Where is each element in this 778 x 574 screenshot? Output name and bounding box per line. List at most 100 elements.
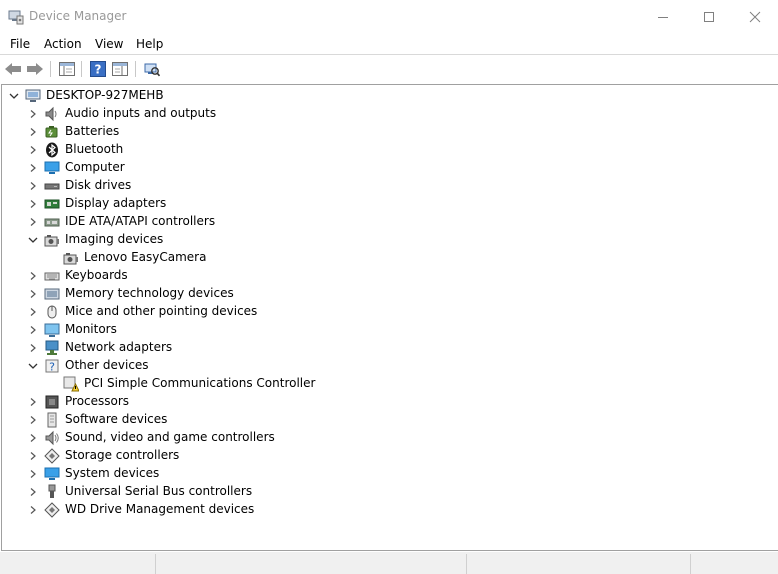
tree-device[interactable]: Lenovo EasyCamera — [2, 249, 762, 267]
expand-chevron-icon[interactable] — [27, 285, 39, 303]
expand-chevron-icon[interactable] — [27, 213, 39, 231]
menu-file[interactable]: File — [10, 37, 30, 51]
back-arrow-icon — [5, 63, 21, 75]
status-bar — [0, 552, 778, 574]
tree-category[interactable]: Universal Serial Bus controllers — [2, 483, 762, 501]
tree-root-computer[interactable]: DESKTOP-927MEHB — [2, 87, 762, 105]
tree-category[interactable]: Keyboards — [2, 267, 762, 285]
battery-icon — [44, 124, 60, 140]
tree-category[interactable]: Processors — [2, 393, 762, 411]
forward-arrow-icon — [27, 63, 43, 75]
expand-chevron-icon[interactable] — [27, 429, 39, 447]
toolbar-separator — [81, 61, 82, 77]
collapse-chevron-icon[interactable] — [27, 357, 39, 375]
mouse-icon — [44, 304, 60, 320]
close-icon — [749, 11, 761, 23]
title-bar[interactable]: Device Manager — [0, 0, 778, 34]
expand-chevron-icon[interactable] — [27, 105, 39, 123]
expand-chevron-icon[interactable] — [27, 339, 39, 357]
expand-chevron-icon[interactable] — [27, 393, 39, 411]
expand-chevron-icon[interactable] — [27, 447, 39, 465]
root-computer-icon — [25, 88, 41, 104]
minimize-button[interactable] — [640, 0, 686, 34]
network-adapter-icon — [44, 340, 60, 356]
computer-icon — [44, 160, 60, 176]
tree-item-label: Computer — [65, 160, 125, 174]
tree-category[interactable]: Disk drives — [2, 177, 762, 195]
tree-item-label: WD Drive Management devices — [65, 502, 255, 516]
tree-category[interactable]: Mice and other pointing devices — [2, 303, 762, 321]
minimize-icon — [658, 17, 668, 18]
ide-controller-icon — [44, 214, 60, 230]
tree-category[interactable]: Audio inputs and outputs — [2, 105, 762, 123]
tree-category[interactable]: System devices — [2, 465, 762, 483]
maximize-button[interactable] — [686, 0, 732, 34]
display-adapter-icon — [44, 196, 60, 212]
properties-view-button[interactable] — [111, 60, 129, 78]
expand-chevron-icon[interactable] — [27, 483, 39, 501]
tree-category[interactable]: Memory technology devices — [2, 285, 762, 303]
tree-item-label: Lenovo EasyCamera — [84, 250, 207, 264]
tree-item-label: Mice and other pointing devices — [65, 304, 258, 318]
tree-category[interactable]: Display adapters — [2, 195, 762, 213]
bluetooth-icon — [44, 142, 60, 158]
expand-chevron-icon[interactable] — [27, 303, 39, 321]
tree-category[interactable]: Software devices — [2, 411, 762, 429]
tree-item-label: PCI Simple Communications Controller — [84, 376, 316, 390]
tree-item-label: System devices — [65, 466, 160, 480]
menu-action[interactable]: Action — [44, 37, 82, 51]
help-icon: ? — [90, 61, 106, 77]
tree-item-label: Software devices — [65, 412, 168, 426]
expand-chevron-icon[interactable] — [27, 321, 39, 339]
expand-chevron-icon[interactable] — [27, 501, 39, 519]
menu-help[interactable]: Help — [136, 37, 163, 51]
tree-category[interactable]: WD Drive Management devices — [2, 501, 762, 519]
speaker-icon — [44, 106, 60, 122]
collapse-chevron-icon[interactable] — [8, 87, 20, 105]
toolbar-separator — [50, 61, 51, 77]
tree-category[interactable]: Computer — [2, 159, 762, 177]
tree-category[interactable]: ? Other devices — [2, 357, 762, 375]
show-hide-console-tree-button[interactable] — [58, 60, 76, 78]
system-device-icon — [44, 466, 60, 482]
memory-device-icon — [44, 286, 60, 302]
back-button[interactable] — [4, 60, 22, 78]
tree-item-label: Imaging devices — [65, 232, 164, 246]
tree-category[interactable]: Network adapters — [2, 339, 762, 357]
expand-chevron-icon[interactable] — [27, 177, 39, 195]
close-button[interactable] — [732, 0, 778, 34]
tree-device[interactable]: PCI Simple Communications Controller — [2, 375, 762, 393]
collapse-chevron-icon[interactable] — [27, 231, 39, 249]
tree-item-label: Sound, video and game controllers — [65, 430, 275, 444]
wd-drive-icon — [44, 502, 60, 518]
tree-item-label: Keyboards — [65, 268, 128, 282]
tree-category[interactable]: Batteries — [2, 123, 762, 141]
expand-chevron-icon[interactable] — [27, 123, 39, 141]
expand-chevron-icon[interactable] — [27, 411, 39, 429]
tree-category[interactable]: Monitors — [2, 321, 762, 339]
tree-category[interactable]: Imaging devices — [2, 231, 762, 249]
unknown-device-icon: ? — [44, 358, 60, 374]
menu-view[interactable]: View — [95, 37, 123, 51]
expand-chevron-icon[interactable] — [27, 465, 39, 483]
expand-chevron-icon[interactable] — [27, 267, 39, 285]
properties-view-icon — [112, 62, 128, 76]
tree-item-label: Batteries — [65, 124, 120, 138]
forward-button[interactable] — [26, 60, 44, 78]
help-button[interactable]: ? — [89, 60, 107, 78]
tree-item-label: Network adapters — [65, 340, 173, 354]
expand-chevron-icon[interactable] — [27, 195, 39, 213]
tree-category[interactable]: Sound, video and game controllers — [2, 429, 762, 447]
svg-text:?: ? — [49, 361, 55, 374]
expand-chevron-icon[interactable] — [27, 159, 39, 177]
scan-hardware-changes-button[interactable] — [143, 60, 161, 78]
device-tree[interactable]: DESKTOP-927MEHB Audio inputs and outputs B… — [1, 84, 778, 551]
tree-category[interactable]: IDE ATA/ATAPI controllers — [2, 213, 762, 231]
tree-category[interactable]: Bluetooth — [2, 141, 762, 159]
toolbar-separator — [135, 61, 136, 77]
tree-item-label: Other devices — [65, 358, 149, 372]
tree-category[interactable]: Storage controllers — [2, 447, 762, 465]
disk-drive-icon — [44, 178, 60, 194]
maximize-icon — [704, 12, 714, 22]
expand-chevron-icon[interactable] — [27, 141, 39, 159]
